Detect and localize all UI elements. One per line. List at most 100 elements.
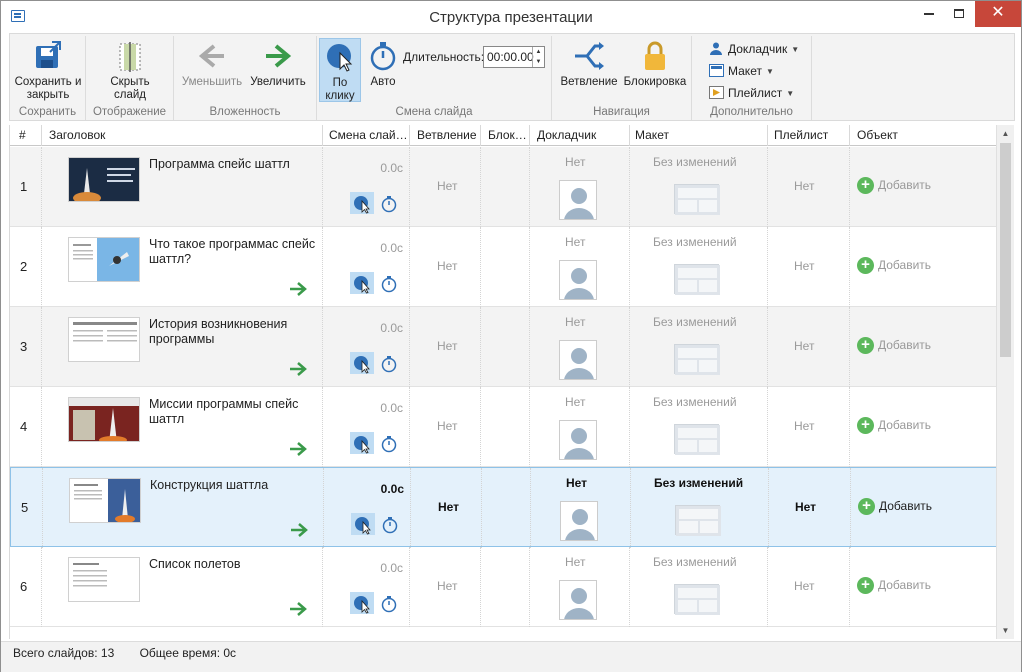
stopwatch-icon[interactable] [382,516,398,534]
layout-cell[interactable]: Без изменений [630,547,768,627]
stopwatch-icon[interactable] [381,275,397,293]
presenter-cell[interactable]: Нет [531,468,631,548]
indent-arrow-icon[interactable] [289,523,309,537]
col-slide-change[interactable]: Смена слай… [323,125,410,146]
click-icon[interactable] [350,592,374,614]
playlist-dropdown[interactable]: Плейлист ▼ [708,84,794,102]
playlist-cell[interactable]: Нет [768,307,850,387]
lock-cell[interactable] [481,547,530,627]
lock-cell[interactable] [481,387,530,467]
indent-arrow-icon[interactable] [288,362,308,376]
col-presenter[interactable]: Докладчик [530,125,630,146]
maximize-button[interactable] [943,1,975,27]
col-branching[interactable]: Ветвление [410,125,481,146]
branching-cell[interactable]: Нет [411,468,482,548]
playlist-cell[interactable]: Нет [768,147,850,227]
lock-cell[interactable] [481,147,530,227]
playlist-cell[interactable]: Нет [769,468,851,548]
layout-cell[interactable]: Без изменений [630,307,768,387]
slide-title[interactable]: История возникновения программы [149,317,319,347]
click-icon[interactable] [351,513,375,535]
add-object-button[interactable]: + Добавить [857,337,931,354]
col-number[interactable]: # [10,125,42,146]
table-row[interactable]: 2 Что такое программас спейс шаттл? 0.0c Не… [10,227,996,307]
slide-title[interactable]: Конструкция шаттла [150,478,320,493]
slide-title[interactable]: Что такое программас спейс шаттл? [149,237,319,267]
indent-arrow-icon[interactable] [288,442,308,456]
indent-arrow-icon[interactable] [288,282,308,296]
playlist-cell[interactable]: Нет [768,547,850,627]
branching-cell[interactable]: Нет [410,307,481,387]
hide-slide-button[interactable]: Скрыть слайд [96,40,164,102]
spin-down-icon[interactable]: ▼ [533,57,544,67]
table-row[interactable]: 5 Конструкция шаттла 0.0c Нет Нет Без изменен… [10,467,996,548]
add-object-button[interactable]: + Добавить [857,577,931,594]
scroll-thumb[interactable] [1000,143,1011,357]
stopwatch-icon[interactable] [381,435,397,453]
presenter-cell[interactable]: Нет [530,227,630,307]
presenter-cell[interactable]: Нет [530,147,630,227]
stopwatch-icon[interactable] [381,355,397,373]
scroll-up-icon[interactable]: ▲ [997,125,1014,142]
layout-cell[interactable]: Без изменений [630,147,768,227]
col-layout[interactable]: Макет [630,125,768,146]
slide-title[interactable]: Список полетов [149,557,319,572]
playlist-cell[interactable]: Нет [768,387,850,467]
slide-title[interactable]: Программа спейс шаттл [149,157,319,172]
add-object-button[interactable]: + Добавить [857,417,931,434]
lock-cell[interactable] [482,468,531,548]
close-button[interactable]: ✕ [975,1,1021,27]
branching-cell[interactable]: Нет [410,547,481,627]
branching-cell[interactable]: Нет [410,147,481,227]
branching-cell[interactable]: Нет [410,387,481,467]
branching-cell[interactable]: Нет [410,227,481,307]
stopwatch-icon[interactable] [381,195,397,213]
lock-cell[interactable] [481,227,530,307]
total-time: Общее время: 0с [139,646,237,660]
duration-label: Длительность: [403,50,485,64]
decrease-button[interactable]: Уменьшить [180,40,244,89]
table-row[interactable]: 1 Программа спейс шаттл 0.0c Нет Нет Без изме… [10,147,996,227]
layout-dropdown[interactable]: Макет ▼ [708,62,774,80]
click-icon[interactable] [350,352,374,374]
click-icon[interactable] [350,192,374,214]
save-and-close-button[interactable]: Сохранить и закрыть [14,40,82,102]
presenter-cell[interactable]: Нет [530,307,630,387]
table-row[interactable]: 4 Миссии программы спейс шаттл 0.0c Нет Нет Б… [10,387,996,467]
stopwatch-icon[interactable] [381,595,397,613]
arrow-left-icon [196,40,228,72]
indent-arrow-icon[interactable] [288,602,308,616]
click-icon[interactable] [350,432,374,454]
click-icon[interactable] [350,272,374,294]
add-object-button[interactable]: + Добавить [858,498,932,515]
layout-cell[interactable]: Без изменений [630,387,768,467]
scroll-down-icon[interactable]: ▼ [997,622,1014,639]
layout-cell[interactable]: Без изменений [631,468,769,548]
lock-button[interactable]: Блокировка [622,40,688,89]
auto-button[interactable]: Авто [365,40,401,89]
col-object[interactable]: Объект [850,125,996,146]
layout-cell[interactable]: Без изменений [630,227,768,307]
col-lock[interactable]: Блок… [481,125,530,146]
col-title[interactable]: Заголовок [42,125,323,146]
duration-spinner[interactable]: ▲ ▼ [532,47,544,67]
branching-value: Нет [437,259,458,273]
branching-value: Нет [437,419,458,433]
vertical-scrollbar[interactable]: ▲ ▼ [996,125,1014,639]
lock-cell[interactable] [481,307,530,387]
table-row[interactable]: 3 История возникновения программы 0.0c Нет Н… [10,307,996,387]
on-click-button[interactable]: По клику [319,38,361,102]
increase-button[interactable]: Увеличить [246,40,310,89]
slide-title[interactable]: Миссии программы спейс шаттл [149,397,319,427]
add-object-button[interactable]: + Добавить [857,257,931,274]
presenter-cell[interactable]: Нет [530,547,630,627]
minimize-button[interactable] [913,1,945,27]
col-playlist[interactable]: Плейлист [768,125,850,146]
presenter-cell[interactable]: Нет [530,387,630,467]
playlist-cell[interactable]: Нет [768,227,850,307]
add-object-button[interactable]: + Добавить [857,177,931,194]
table-row[interactable]: 6 Список полетов 0.0c Нет Нет Без изменений Не… [10,547,996,627]
presenter-dropdown[interactable]: Докладчик ▼ [708,40,799,58]
spin-up-icon[interactable]: ▲ [533,47,544,57]
branching-button[interactable]: Ветвление [556,40,622,89]
